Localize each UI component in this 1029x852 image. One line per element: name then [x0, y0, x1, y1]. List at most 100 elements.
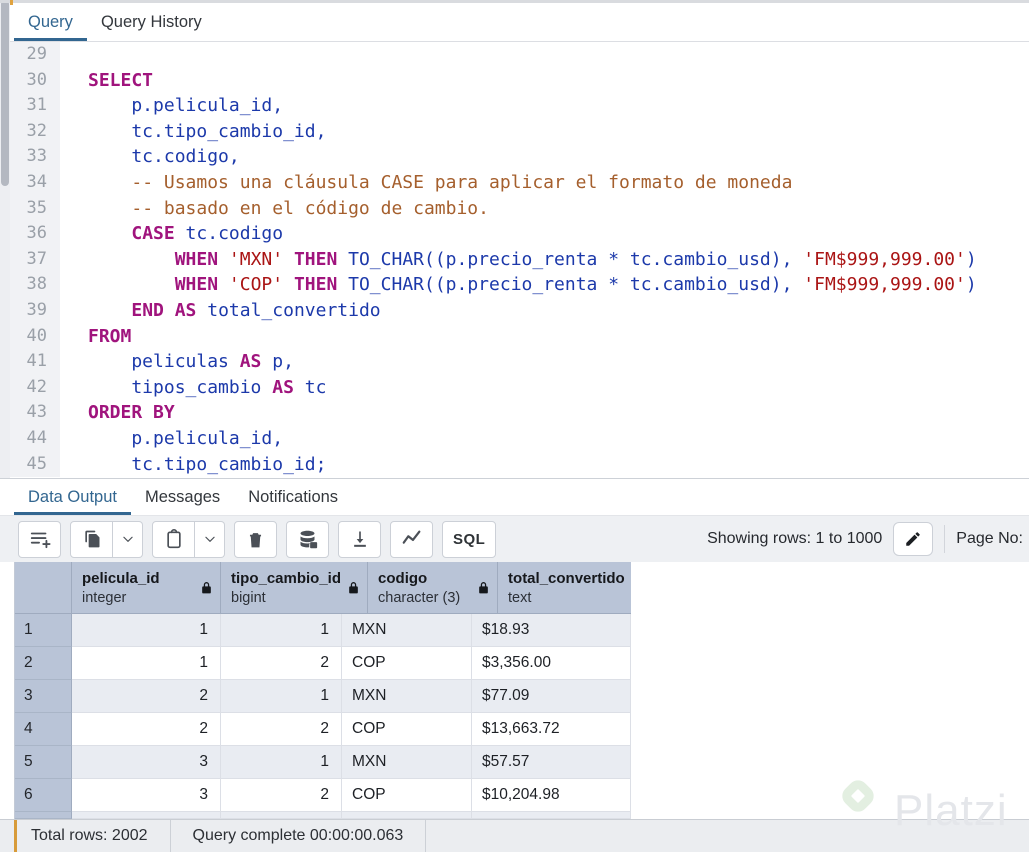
- line-number: 45: [10, 451, 60, 478]
- tab-data-output[interactable]: Data Output: [14, 479, 131, 515]
- download-button[interactable]: [338, 520, 381, 558]
- statusbar: Total rows: 2002 Query complete 00:00:00…: [0, 819, 1029, 852]
- code-line: 31 p.pelicula_id,: [10, 93, 1029, 119]
- grid-header: pelicula_id integer tipo_cambio_id bigint co…: [15, 562, 631, 614]
- cell-pelicula_id[interactable]: 1: [72, 647, 221, 680]
- graph-visualiser-button[interactable]: [390, 520, 433, 558]
- editor-tabbar: Query Query History: [10, 3, 1029, 42]
- table-row-partial: [15, 812, 631, 819]
- tab-notifications-label: Notifications: [248, 487, 339, 506]
- output-tabbar: Data Output Messages Notifications: [0, 478, 1029, 515]
- code-text: peliculas AS p,: [88, 351, 294, 373]
- code-text: ORDER BY: [88, 402, 175, 424]
- grid-corner-cell[interactable]: [15, 562, 72, 614]
- copy-options-button[interactable]: [113, 520, 143, 558]
- row-number-cell[interactable]: 1: [15, 614, 72, 647]
- line-number: 36: [10, 221, 60, 247]
- code-line: 38 WHEN 'COP' THEN TO_CHAR((p.precio_ren…: [10, 272, 1029, 298]
- column-type: bigint: [231, 590, 266, 606]
- cell-codigo[interactable]: COP: [342, 647, 472, 680]
- code-line: 30 SELECT: [10, 67, 1029, 94]
- cell-tipo_cambio_id[interactable]: 2: [221, 713, 342, 746]
- copy-button[interactable]: [70, 520, 113, 558]
- cell-pelicula_id[interactable]: 1: [72, 614, 221, 647]
- column-header-pelicula_id[interactable]: pelicula_id integer: [72, 562, 221, 614]
- code-line: 44 p.pelicula_id,: [10, 425, 1029, 452]
- lock-icon: [479, 581, 488, 593]
- show-sql-button[interactable]: SQL: [442, 520, 497, 558]
- cell-codigo[interactable]: MXN: [342, 614, 472, 647]
- tab-messages[interactable]: Messages: [131, 479, 234, 515]
- delete-row-button[interactable]: [234, 520, 277, 558]
- lock-icon: [202, 581, 211, 593]
- code-text: tipos_cambio AS tc: [88, 376, 327, 398]
- save-data-changes-button[interactable]: [286, 520, 329, 558]
- code-text: -- basado en el código de cambio.: [131, 197, 489, 219]
- cell-total_convertido[interactable]: $13,663.72: [472, 713, 631, 746]
- code-text: WHEN 'COP' THEN TO_CHAR((p.precio_renta …: [174, 274, 977, 296]
- cell-total_convertido[interactable]: $18.93: [472, 614, 631, 647]
- cell-tipo_cambio_id[interactable]: 1: [221, 614, 342, 647]
- code-text: tc.tipo_cambio_id,: [88, 120, 327, 142]
- cell-pelicula_id[interactable]: 3: [72, 746, 221, 779]
- cell-pelicula_id[interactable]: 2: [72, 713, 221, 746]
- code-line: 40 FROM: [10, 323, 1029, 350]
- code-line: 42 tipos_cambio AS tc: [10, 374, 1029, 401]
- column-header-tipo_cambio_id[interactable]: tipo_cambio_idbigint: [221, 562, 369, 614]
- table-row: 3 2 1 MXN $77.09: [15, 680, 631, 713]
- chevron-down-icon: [204, 536, 215, 542]
- code-line: 32 tc.tipo_cambio_id,: [10, 118, 1029, 145]
- cell-pelicula_id[interactable]: 3: [72, 779, 221, 812]
- edit-rows-button[interactable]: [893, 522, 934, 556]
- editor-scrollbar-thumb[interactable]: [1, 0, 9, 186]
- cell-total_convertido[interactable]: $3,356.00: [472, 647, 631, 680]
- table-row: 6 3 2 COP $10,204.98: [15, 779, 631, 812]
- delete-icon: [249, 532, 262, 547]
- line-number: 35: [10, 195, 60, 222]
- paste-button[interactable]: [152, 520, 195, 558]
- code-text: -- Usamos una cláusula CASE para aplicar…: [131, 171, 793, 193]
- showing-rows-label: Showing rows: 1 to 1000: [707, 530, 883, 547]
- row-number-cell[interactable]: 2: [15, 647, 72, 680]
- code-line: 34 -- Usamos una cláusula CASE para apli…: [10, 169, 1029, 196]
- paste-options-button[interactable]: [195, 520, 225, 558]
- line-number: 29: [10, 42, 60, 68]
- cell-tipo_cambio_id[interactable]: 1: [221, 746, 342, 779]
- line-number: 39: [10, 297, 60, 324]
- code-text: WHEN 'MXN' THEN TO_CHAR((p.precio_renta …: [174, 248, 977, 270]
- column-header-total_convertido[interactable]: total_convertido text: [498, 562, 631, 614]
- download-icon: [353, 531, 366, 547]
- cell-total_convertido[interactable]: $77.09: [472, 680, 631, 713]
- row-number-cell[interactable]: 5: [15, 746, 72, 779]
- cell-tipo_cambio_id[interactable]: 2: [221, 779, 342, 812]
- connection-color-marker: [10, 0, 13, 5]
- cell-codigo[interactable]: MXN: [342, 746, 472, 779]
- cell-codigo[interactable]: COP: [342, 713, 472, 746]
- tab-notifications[interactable]: Notifications: [234, 479, 352, 515]
- cell-codigo[interactable]: MXN: [342, 680, 472, 713]
- code-text: SELECT: [88, 69, 154, 91]
- row-number-cell[interactable]: 3: [15, 680, 72, 713]
- cell-tipo_cambio_id[interactable]: 2: [221, 647, 342, 680]
- cell-codigo[interactable]: COP: [342, 779, 472, 812]
- add-row-button[interactable]: [18, 520, 61, 558]
- table-row: 2 1 2 COP $3,356.00: [15, 647, 631, 680]
- tab-query-history[interactable]: Query History: [87, 3, 216, 41]
- row-number-cell[interactable]: 4: [15, 713, 72, 746]
- column-name: tipo_cambio_id: [231, 570, 342, 587]
- cell-pelicula_id[interactable]: 2: [72, 680, 221, 713]
- cell-total_convertido[interactable]: $10,204.98: [472, 779, 631, 812]
- sql-editor[interactable]: 29 30 SELECT 31 p.pelicula_id, 32 tc.tipo_ca…: [10, 42, 1029, 478]
- data-output-toolbar: SQL Showing rows: 1 to 1000 Page No:: [0, 515, 1029, 562]
- row-number-cell[interactable]: 6: [15, 779, 72, 812]
- page-no-label: Page No:: [956, 530, 1023, 547]
- column-header-codigo[interactable]: codigo character (3): [368, 562, 499, 614]
- tab-query[interactable]: Query: [14, 3, 87, 41]
- line-number: 43: [10, 400, 60, 426]
- editor-scrollbar[interactable]: [0, 0, 10, 478]
- platzi-logo-icon: [838, 776, 878, 816]
- sql-button-label: SQL: [453, 530, 486, 548]
- cell-tipo_cambio_id[interactable]: 1: [221, 680, 342, 713]
- cell-total_convertido[interactable]: $57.57: [472, 746, 631, 779]
- column-type: integer: [82, 590, 127, 606]
